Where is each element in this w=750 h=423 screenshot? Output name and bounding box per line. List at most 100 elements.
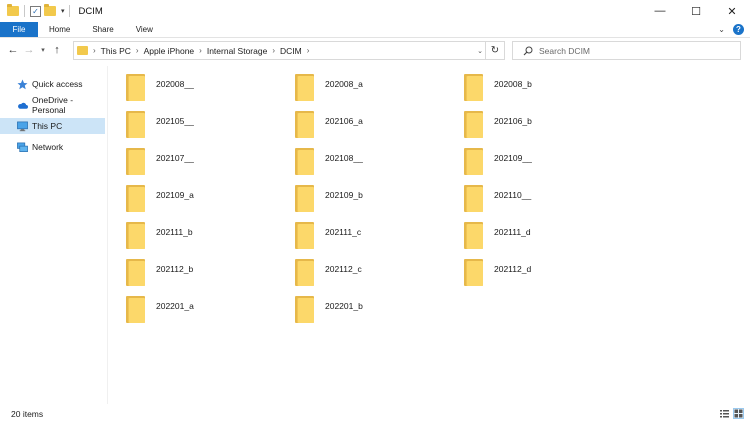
maximize-button[interactable]: ☐ <box>678 0 714 22</box>
ribbon-tabs: File Home Share View ⌄ ? <box>0 22 750 38</box>
folder-icon <box>126 74 145 101</box>
details-view-icon[interactable] <box>719 408 730 419</box>
network-icon <box>17 142 28 153</box>
folder-name: 202008_b <box>494 79 532 89</box>
cloud-icon <box>17 100 28 111</box>
folder-item[interactable]: 202111_b <box>108 222 268 256</box>
folder-item[interactable]: 202112_c <box>277 259 437 293</box>
breadcrumb-internal-storage[interactable]: Internal Storage <box>207 46 267 56</box>
chevron-right-icon[interactable]: › <box>307 46 310 55</box>
breadcrumb-dcim[interactable]: DCIM <box>280 46 302 56</box>
new-folder-icon[interactable] <box>44 4 56 16</box>
folder-item[interactable]: 202109__ <box>446 148 606 182</box>
folder-name: 202112_c <box>325 264 362 274</box>
folder-name: 202106_a <box>325 116 363 126</box>
title-bar: ✓ ▾ DCIM — ☐ ✕ <box>0 0 750 22</box>
folder-name: 202111_d <box>494 227 531 237</box>
folder-item[interactable]: 202201_a <box>108 296 268 330</box>
address-bar[interactable]: › This PC › Apple iPhone › Internal Stor… <box>73 41 505 60</box>
folder-icon <box>295 148 314 175</box>
search-box[interactable] <box>512 41 741 60</box>
breadcrumb-this-pc[interactable]: This PC <box>101 46 131 56</box>
title-divider <box>68 5 70 17</box>
recent-locations-icon[interactable]: ▾ <box>37 41 49 59</box>
folder-name: 202111_b <box>156 227 193 237</box>
navigation-pane: Quick access OneDrive - Personal This PC… <box>0 70 106 403</box>
chevron-right-icon[interactable]: › <box>93 46 96 55</box>
sidebar-item-label: Quick access <box>32 79 83 89</box>
folder-item[interactable]: 202008_a <box>277 74 437 108</box>
folder-item[interactable]: 202109_b <box>277 185 437 219</box>
folder-name: 202201_b <box>325 301 363 311</box>
sidebar-item-onedrive[interactable]: OneDrive - Personal <box>0 95 105 115</box>
folder-name: 202201_a <box>156 301 194 311</box>
folder-icon <box>464 185 483 212</box>
folder-name: 202109_b <box>325 190 363 200</box>
chevron-right-icon[interactable]: › <box>199 46 202 55</box>
sidebar-item-network[interactable]: Network <box>0 139 105 155</box>
folder-name: 202109_a <box>156 190 194 200</box>
folder-icon <box>295 111 314 138</box>
folder-icon <box>464 148 483 175</box>
folder-icon <box>126 185 145 212</box>
folder-icon <box>295 74 314 101</box>
folder-icon <box>295 222 314 249</box>
chevron-right-icon[interactable]: › <box>272 46 275 55</box>
folder-icon <box>126 296 145 323</box>
tab-home[interactable]: Home <box>38 22 81 37</box>
folder-icon <box>7 4 19 16</box>
folder-item[interactable]: 202108__ <box>277 148 437 182</box>
folder-icon <box>126 222 145 249</box>
navigation-bar: ← → ▾ ↑ › This PC › Apple iPhone › Inter… <box>0 38 750 62</box>
address-history-icon[interactable]: ⌄ <box>477 47 483 55</box>
vertical-scrollbar[interactable] <box>742 66 750 404</box>
sidebar-item-this-pc[interactable]: This PC <box>0 118 105 134</box>
folder-item[interactable]: 202112_d <box>446 259 606 293</box>
folder-name: 202105__ <box>156 116 194 126</box>
folder-icon <box>77 46 88 55</box>
folder-item[interactable]: 202106_b <box>446 111 606 145</box>
folder-name: 202008_a <box>325 79 363 89</box>
sidebar-item-quick-access[interactable]: Quick access <box>0 76 105 92</box>
customize-toolbar-icon[interactable]: ▾ <box>61 7 65 15</box>
tab-share[interactable]: Share <box>81 22 124 37</box>
breadcrumb-apple-iphone[interactable]: Apple iPhone <box>144 46 195 56</box>
up-arrow-icon[interactable]: ↑ <box>49 41 65 59</box>
close-button[interactable]: ✕ <box>714 0 750 22</box>
help-icon[interactable]: ? <box>733 24 744 35</box>
folder-name: 202110__ <box>494 190 532 200</box>
folder-item[interactable]: 202201_b <box>277 296 437 330</box>
folder-item[interactable]: 202110__ <box>446 185 606 219</box>
large-icons-view-icon[interactable] <box>733 408 744 419</box>
tab-file[interactable]: File <box>0 22 38 37</box>
folder-item[interactable]: 202111_d <box>446 222 606 256</box>
chevron-right-icon[interactable]: › <box>136 46 139 55</box>
refresh-button[interactable]: ↻ <box>485 41 504 60</box>
folder-item[interactable]: 202111_c <box>277 222 437 256</box>
properties-icon[interactable]: ✓ <box>30 5 41 17</box>
star-icon <box>17 79 28 90</box>
sidebar-item-label: OneDrive - Personal <box>32 95 74 115</box>
file-list: 202008__ 202008_a 202008_b 202105__ 202106_a… <box>108 66 742 404</box>
folder-item[interactable]: 202106_a <box>277 111 437 145</box>
folder-icon <box>464 222 483 249</box>
window-title: DCIM <box>78 5 103 17</box>
minimize-button[interactable]: — <box>642 0 678 22</box>
folder-item[interactable]: 202112_b <box>108 259 268 293</box>
status-bar: 20 items <box>0 404 750 423</box>
tab-view[interactable]: View <box>125 22 164 37</box>
folder-item[interactable]: 202008__ <box>108 74 268 108</box>
folder-item[interactable]: 202105__ <box>108 111 268 145</box>
folder-name: 202008__ <box>156 79 194 89</box>
folder-item[interactable]: 202109_a <box>108 185 268 219</box>
expand-ribbon-icon[interactable]: ⌄ <box>718 25 725 34</box>
back-arrow-icon[interactable]: ← <box>5 41 21 59</box>
search-input[interactable] <box>539 45 739 56</box>
sidebar-item-label: This PC <box>32 121 63 131</box>
folder-icon <box>464 111 483 138</box>
folder-name: 202107__ <box>156 153 194 163</box>
folder-item[interactable]: 202008_b <box>446 74 606 108</box>
forward-arrow-icon[interactable]: → <box>21 41 37 59</box>
folder-name: 202108__ <box>325 153 363 163</box>
folder-item[interactable]: 202107__ <box>108 148 268 182</box>
